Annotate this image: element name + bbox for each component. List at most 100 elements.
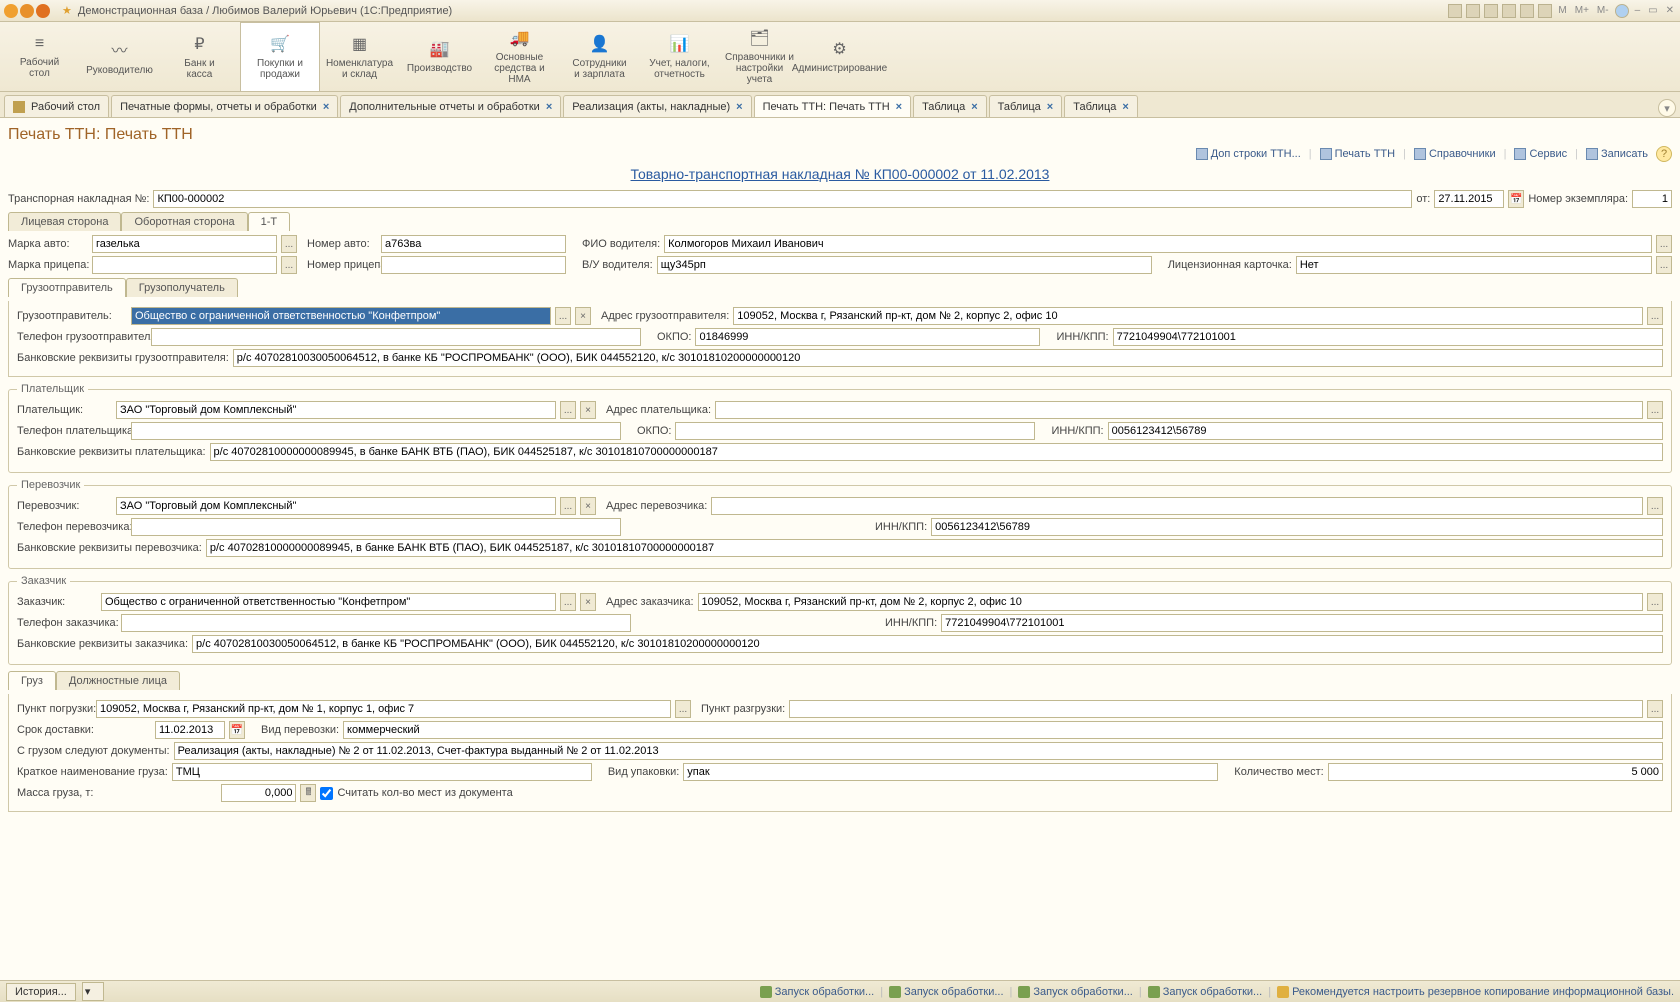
- customer-bank-input[interactable]: [192, 635, 1663, 653]
- select-btn[interactable]: ...: [1656, 256, 1672, 274]
- shipper-phone-input[interactable]: [151, 328, 641, 346]
- toolbar-btn[interactable]: Записать: [1582, 146, 1652, 162]
- trailer-brand-input[interactable]: [92, 256, 277, 274]
- calendar-icon[interactable]: 📅: [1508, 190, 1524, 208]
- tabs-expand-icon[interactable]: ▾: [1658, 99, 1676, 117]
- transport-type-input[interactable]: [343, 721, 1663, 739]
- places-input[interactable]: [1328, 763, 1663, 781]
- status-task[interactable]: Запуск обработки...: [760, 986, 874, 998]
- app-icon-2[interactable]: [20, 4, 34, 18]
- select-btn[interactable]: ...: [1647, 497, 1663, 515]
- mini-tab[interactable]: Лицевая сторона: [8, 212, 121, 231]
- trailer-no-input[interactable]: [381, 256, 566, 274]
- app-icon-3[interactable]: [36, 4, 50, 18]
- delivery-input[interactable]: [155, 721, 225, 739]
- tb-icon[interactable]: [1538, 4, 1552, 18]
- doc-tab[interactable]: Рабочий стол: [4, 95, 109, 117]
- unload-input[interactable]: [789, 700, 1643, 718]
- mini-tab[interactable]: Груз: [8, 671, 56, 690]
- mini-tab[interactable]: Оборотная сторона: [121, 212, 247, 231]
- payer-addr-input[interactable]: [715, 401, 1643, 419]
- mass-input[interactable]: [221, 784, 296, 802]
- select-btn[interactable]: ...: [1647, 700, 1663, 718]
- select-btn[interactable]: ...: [560, 593, 576, 611]
- short-name-input[interactable]: [172, 763, 592, 781]
- tab-close-icon[interactable]: ×: [323, 101, 329, 113]
- shipper-bank-input[interactable]: [233, 349, 1663, 367]
- carrier-phone-input[interactable]: [131, 518, 621, 536]
- calendar-icon[interactable]: 📅: [229, 721, 245, 739]
- tab-close-icon[interactable]: ×: [971, 101, 977, 113]
- shipper-inn-input[interactable]: [1113, 328, 1663, 346]
- toolbar-btn[interactable]: Доп строки ТТН...: [1192, 146, 1305, 162]
- doc-tab[interactable]: Реализация (акты, накладные)×: [563, 95, 751, 117]
- carrier-name-input[interactable]: [116, 497, 556, 515]
- favorite-icon[interactable]: ★: [62, 4, 72, 17]
- calc-icon[interactable]: 🖩: [300, 784, 316, 802]
- mem-m[interactable]: M: [1556, 5, 1568, 16]
- tab-close-icon[interactable]: ×: [1122, 101, 1128, 113]
- doc-tab[interactable]: Печать ТТН: Печать ТТН×: [754, 95, 912, 117]
- mem-mplus[interactable]: M+: [1573, 5, 1591, 16]
- tb-icon[interactable]: [1502, 4, 1516, 18]
- doc-tab[interactable]: Таблица×: [913, 95, 987, 117]
- document-link[interactable]: Товарно-транспортная накладная № КП00-00…: [631, 166, 1050, 182]
- history-menu-button[interactable]: ▾: [82, 982, 104, 1001]
- payer-inn-input[interactable]: [1108, 422, 1663, 440]
- nav-item[interactable]: ≡Рабочийстол: [0, 22, 80, 91]
- status-task[interactable]: Запуск обработки...: [1148, 986, 1262, 998]
- select-btn[interactable]: ...: [281, 235, 297, 253]
- nav-item[interactable]: 🏭Производство: [400, 22, 480, 91]
- toolbar-btn[interactable]: Печать ТТН: [1316, 146, 1399, 162]
- maximize-icon[interactable]: ▭: [1646, 5, 1659, 16]
- shipper-okpo-input[interactable]: [695, 328, 1040, 346]
- payer-okpo-input[interactable]: [675, 422, 1035, 440]
- nav-item[interactable]: 🗂Справочники инастройки учета: [720, 22, 800, 91]
- info-icon[interactable]: [1615, 4, 1629, 18]
- select-btn[interactable]: ...: [1647, 593, 1663, 611]
- tab-close-icon[interactable]: ×: [1047, 101, 1053, 113]
- load-input[interactable]: [96, 700, 671, 718]
- customer-phone-input[interactable]: [121, 614, 631, 632]
- doc-tab[interactable]: Печатные формы, отчеты и обработки×: [111, 95, 338, 117]
- customer-name-input[interactable]: [101, 593, 556, 611]
- tab-close-icon[interactable]: ×: [896, 101, 902, 113]
- tab-close-icon[interactable]: ×: [736, 101, 742, 113]
- mini-tab[interactable]: Грузополучатель: [126, 278, 238, 297]
- clear-btn[interactable]: ×: [575, 307, 591, 325]
- customer-addr-input[interactable]: [698, 593, 1643, 611]
- select-btn[interactable]: ...: [1647, 401, 1663, 419]
- copies-input[interactable]: [1632, 190, 1672, 208]
- nav-item[interactable]: ₽Банк икасса: [160, 22, 240, 91]
- mini-tab[interactable]: 1-Т: [248, 212, 291, 231]
- select-btn[interactable]: ...: [560, 401, 576, 419]
- lic-card-input[interactable]: [1296, 256, 1652, 274]
- backup-warning[interactable]: Рекомендуется настроить резервное копиро…: [1277, 986, 1674, 998]
- shipper-name-input[interactable]: [131, 307, 551, 325]
- tb-icon[interactable]: [1484, 4, 1498, 18]
- doc-tab[interactable]: Таблица×: [1064, 95, 1138, 117]
- mem-mminus[interactable]: M-: [1595, 5, 1611, 16]
- select-btn[interactable]: ...: [555, 307, 571, 325]
- toolbar-btn[interactable]: Сервис: [1510, 146, 1571, 162]
- toolbar-btn[interactable]: Справочники: [1410, 146, 1500, 162]
- select-btn[interactable]: ...: [1647, 307, 1663, 325]
- shipper-addr-input[interactable]: [733, 307, 1643, 325]
- car-brand-input[interactable]: [92, 235, 277, 253]
- date-input[interactable]: [1434, 190, 1504, 208]
- clear-btn[interactable]: ×: [580, 593, 596, 611]
- tb-icon[interactable]: [1466, 4, 1480, 18]
- select-btn[interactable]: ...: [675, 700, 691, 718]
- history-button[interactable]: История...: [6, 983, 76, 1001]
- license-doc-input[interactable]: [657, 256, 1152, 274]
- tab-close-icon[interactable]: ×: [546, 101, 552, 113]
- app-icon-1[interactable]: [4, 4, 18, 18]
- payer-phone-input[interactable]: [131, 422, 621, 440]
- carrier-inn-input[interactable]: [931, 518, 1663, 536]
- status-task[interactable]: Запуск обработки...: [889, 986, 1003, 998]
- package-input[interactable]: [683, 763, 1218, 781]
- clear-btn[interactable]: ×: [580, 401, 596, 419]
- clear-btn[interactable]: ×: [580, 497, 596, 515]
- customer-inn-input[interactable]: [941, 614, 1663, 632]
- help-icon[interactable]: ?: [1656, 146, 1672, 162]
